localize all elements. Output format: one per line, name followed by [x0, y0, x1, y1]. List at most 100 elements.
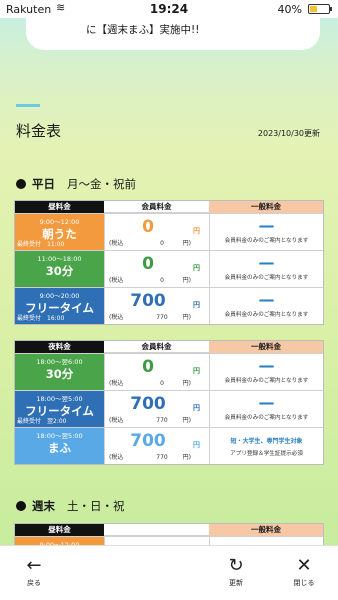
banner-text: に【週末まふ】実施中!!: [86, 24, 200, 36]
tax-yen: 円): [182, 417, 191, 424]
general-price-cell: — 会員料金のみのご案内となります: [209, 251, 323, 287]
general-note: 会員料金のみのご案内となります: [224, 378, 309, 384]
status-bar: Rakuten ≋ 19:24 40%: [0, 0, 338, 18]
col-member-rate: [104, 524, 209, 536]
title-accent-bar: [16, 104, 40, 107]
plan-morning: 9:00～12:00 朝うた 最終受付 11:00: [15, 214, 104, 250]
table-row: 11:00～18:00 30分 0 円 (税込 0 円) — 会員料金のみのご案…: [15, 250, 323, 287]
general-price: —: [258, 290, 275, 309]
reload-button[interactable]: ↻ 更新: [206, 556, 266, 588]
member-price-cell: 0 円 (税込 0 円): [104, 251, 209, 287]
plan-30min: 18:00～翌6:00 30分: [15, 354, 104, 390]
yen-unit: 円: [193, 441, 200, 449]
close-button[interactable]: ✕ 閉じる: [274, 556, 334, 588]
back-button[interactable]: ← 戻る: [4, 556, 64, 588]
general-note: 会員料金のみのご案内となります: [224, 275, 309, 281]
tax-included-price: 0: [160, 380, 164, 387]
member-price: 0: [142, 254, 154, 274]
bullet-icon: [16, 179, 26, 189]
member-price-cell: 700 円 (税込 770 円): [104, 428, 209, 464]
plan-last-entry: 最終受付 16:00: [17, 315, 65, 322]
table-row: 18:00～翌6:00 30分 0 円 (税込 0 円) — 会員料金のみのご案…: [15, 353, 323, 390]
updated-date: 2023/10/30更新: [257, 129, 320, 138]
tax-yen: 円): [182, 380, 191, 387]
close-label: 閉じる: [293, 579, 315, 587]
plan-name: 30分: [45, 367, 74, 381]
yen-unit: 円: [193, 404, 200, 412]
member-price: 0: [142, 217, 154, 237]
col-night-rate: 夜料金: [15, 341, 104, 353]
tax-yen: 円): [182, 240, 191, 247]
member-price: 700: [130, 431, 166, 451]
tax-included-price: 770: [156, 454, 168, 461]
web-page[interactable]: に【週末まふ】実施中!! 料金表 2023/10/30更新 平日 月～金・祝前 昼…: [0, 18, 338, 545]
general-price-cell: — 会員料金のみのご案内となります: [209, 391, 323, 427]
table-row: 9:00～20:00 フリータイム 最終受付 16:00 700 円 (税込 7…: [15, 287, 323, 324]
general-price: —: [258, 253, 275, 272]
col-general-rate: 一般料金: [209, 341, 323, 353]
plan-time: 11:00～18:00: [37, 255, 82, 263]
student-requirement-note: アプリ登録＆学生証提示必須: [230, 451, 303, 457]
plan-30min: 11:00～18:00 30分: [15, 251, 104, 287]
battery-fill: [310, 6, 317, 12]
member-price-cell: 700 円 (税込 770 円): [104, 288, 209, 324]
plan-last-entry: 最終受付 11:00: [17, 241, 65, 248]
member-price: 700: [130, 394, 166, 414]
table-header: 昼料金 一般料金: [15, 524, 323, 536]
reload-icon: ↻: [228, 555, 244, 576]
table-header: 昼料金 会員料金 一般料金: [15, 201, 323, 213]
yen-unit: 円: [193, 367, 200, 375]
general-price-cell: — 会員料金のみのご案内となります: [209, 214, 323, 250]
plan-time: 9:00～12:00: [39, 541, 80, 545]
weekday-label: 平日: [32, 177, 55, 191]
general-note: 会員料金のみのご案内となります: [224, 312, 309, 318]
member-price-cell: 0 円 (税込 0 円): [104, 214, 209, 250]
col-day-rate: 昼料金: [15, 201, 104, 213]
member-price: 0: [142, 357, 154, 377]
weekday-night-price-table: 夜料金 会員料金 一般料金 18:00～翌6:00 30分 0 円 (税込 0 …: [14, 340, 324, 465]
tax-label: (税込: [109, 240, 124, 247]
member-price-cell: 700 円 (税込 770 円): [104, 391, 209, 427]
plan-time: 18:00～翌6:00: [36, 358, 83, 366]
back-label: 戻る: [27, 579, 41, 587]
reload-label: 更新: [229, 579, 243, 587]
plan-name: 30分: [45, 264, 74, 278]
weekend-label: 週末: [32, 499, 55, 513]
tax-included-price: 770: [156, 417, 168, 424]
page-title: 料金表: [16, 122, 62, 140]
student-target-note: 短・大学生、専門学生対象: [230, 438, 303, 445]
weekend-day-price-table: 昼料金 一般料金 9:00～12:00: [14, 523, 324, 545]
plan-morning: 9:00～12:00: [15, 537, 104, 545]
campaign-banner[interactable]: に【週末まふ】実施中!!: [26, 18, 320, 50]
table-header: 夜料金 会員料金 一般料金: [15, 341, 323, 353]
tax-label: (税込: [109, 314, 124, 321]
table-row: 18:00～翌5:00 まふ 700 円 (税込 770 円) 短・大学生、専門…: [15, 427, 323, 464]
plan-mafu: 18:00～翌5:00 まふ: [15, 428, 104, 464]
col-member-rate: 会員料金: [104, 341, 209, 353]
bullet-icon: [16, 501, 26, 511]
bottom-toolbar: ← 戻る ↻ 更新 ✕ 閉じる: [0, 545, 338, 600]
tax-yen: 円): [182, 314, 191, 321]
battery-icon: [308, 4, 332, 14]
plan-free-time: 9:00～20:00 フリータイム 最終受付 16:00: [15, 288, 104, 324]
general-price-cell: 短・大学生、専門学生対象 アプリ登録＆学生証提示必須: [209, 428, 323, 464]
plan-time: 9:00～12:00: [39, 218, 80, 226]
tax-label: (税込: [109, 380, 124, 387]
weekend-heading: 週末 土・日・祝: [16, 498, 125, 514]
col-day-rate: 昼料金: [15, 524, 104, 536]
general-price: —: [258, 356, 275, 375]
table-row: 9:00～12:00: [15, 536, 323, 545]
weekday-days: 月～金・祝前: [67, 177, 136, 191]
general-price: —: [258, 393, 275, 412]
general-note: 会員料金のみのご案内となります: [224, 415, 309, 421]
plan-time: 18:00～翌5:00: [36, 395, 83, 403]
table-row: 9:00～12:00 朝うた 最終受付 11:00 0 円 (税込 0 円) —…: [15, 213, 323, 250]
yen-unit: 円: [193, 264, 200, 272]
tax-yen: 円): [182, 277, 191, 284]
col-member-rate: 会員料金: [104, 201, 209, 213]
plan-free-time: 18:00～翌5:00 フリータイム 最終受付 翌2:00: [15, 391, 104, 427]
tax-included-price: 0: [160, 277, 164, 284]
member-price-cell: 0 円 (税込 0 円): [104, 354, 209, 390]
general-note: 会員料金のみのご案内となります: [224, 238, 309, 244]
plan-time: 9:00～20:00: [39, 292, 80, 300]
